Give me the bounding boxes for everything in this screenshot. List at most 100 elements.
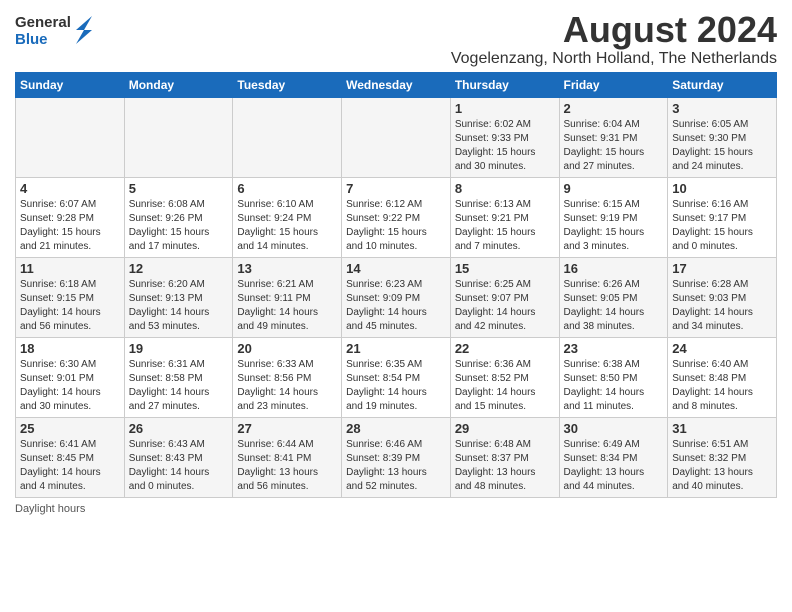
cell-info: Sunrise: 6:23 AMSunset: 9:09 PMDaylight:… <box>346 279 427 332</box>
cell-info: Sunrise: 6:20 AMSunset: 9:13 PMDaylight:… <box>129 279 210 332</box>
cell-info: Sunrise: 6:48 AMSunset: 8:37 PMDaylight:… <box>455 439 536 492</box>
calendar-cell: 25 Sunrise: 6:41 AMSunset: 8:45 PMDayligh… <box>16 417 125 497</box>
cell-info: Sunrise: 6:15 AMSunset: 9:19 PMDaylight:… <box>564 199 645 252</box>
calendar-cell: 18 Sunrise: 6:30 AMSunset: 9:01 PMDayligh… <box>16 337 125 417</box>
cell-info: Sunrise: 6:41 AMSunset: 8:45 PMDaylight:… <box>20 439 101 492</box>
day-number: 21 <box>346 341 446 356</box>
calendar-cell: 28 Sunrise: 6:46 AMSunset: 8:39 PMDayligh… <box>342 417 451 497</box>
calendar-cell: 16 Sunrise: 6:26 AMSunset: 9:05 PMDayligh… <box>559 257 668 337</box>
title-area: August 2024 Vogelenzang, North Holland, … <box>451 10 777 68</box>
location-title: Vogelenzang, North Holland, The Netherla… <box>451 50 777 68</box>
col-tuesday: Tuesday <box>233 72 342 97</box>
calendar-cell: 26 Sunrise: 6:43 AMSunset: 8:43 PMDayligh… <box>124 417 233 497</box>
day-number: 25 <box>20 421 120 436</box>
cell-info: Sunrise: 6:21 AMSunset: 9:11 PMDaylight:… <box>237 279 318 332</box>
cell-info: Sunrise: 6:08 AMSunset: 9:26 PMDaylight:… <box>129 199 210 252</box>
day-number: 15 <box>455 261 555 276</box>
day-number: 9 <box>564 181 664 196</box>
calendar-week-4: 18 Sunrise: 6:30 AMSunset: 9:01 PMDayligh… <box>16 337 777 417</box>
cell-info: Sunrise: 6:43 AMSunset: 8:43 PMDaylight:… <box>129 439 210 492</box>
calendar-cell: 10 Sunrise: 6:16 AMSunset: 9:17 PMDayligh… <box>668 177 777 257</box>
cell-info: Sunrise: 6:26 AMSunset: 9:05 PMDaylight:… <box>564 279 645 332</box>
calendar-cell: 13Sunrise: 6:21 AMSunset: 9:11 PMDayligh… <box>233 257 342 337</box>
calendar-cell: 15 Sunrise: 6:25 AMSunset: 9:07 PMDayligh… <box>450 257 559 337</box>
day-number: 7 <box>346 181 446 196</box>
calendar-cell <box>233 97 342 177</box>
cell-info: Sunrise: 6:07 AMSunset: 9:28 PMDaylight:… <box>20 199 101 252</box>
header-row: Sunday Monday Tuesday Wednesday Thursday… <box>16 72 777 97</box>
calendar-cell: 12 Sunrise: 6:20 AMSunset: 9:13 PMDayligh… <box>124 257 233 337</box>
logo-blue: Blue <box>15 32 71 49</box>
col-monday: Monday <box>124 72 233 97</box>
calendar-cell <box>16 97 125 177</box>
col-thursday: Thursday <box>450 72 559 97</box>
calendar-cell: 11 Sunrise: 6:18 AMSunset: 9:15 PMDayligh… <box>16 257 125 337</box>
day-number: 8 <box>455 181 555 196</box>
day-number: 18 <box>20 341 120 356</box>
day-number: 11 <box>20 261 120 276</box>
calendar-week-3: 11 Sunrise: 6:18 AMSunset: 9:15 PMDayligh… <box>16 257 777 337</box>
calendar-cell: 5Sunrise: 6:08 AMSunset: 9:26 PMDaylight… <box>124 177 233 257</box>
header: General Blue August 2024 Vogelenzang, No… <box>15 10 777 68</box>
day-number: 30 <box>564 421 664 436</box>
calendar-cell: 14 Sunrise: 6:23 AMSunset: 9:09 PMDayligh… <box>342 257 451 337</box>
day-number: 19 <box>129 341 229 356</box>
day-number: 22 <box>455 341 555 356</box>
col-sunday: Sunday <box>16 72 125 97</box>
cell-info: Sunrise: 6:05 AMSunset: 9:30 PMDaylight:… <box>672 119 753 172</box>
day-number: 3 <box>672 101 772 116</box>
cell-info: Sunrise: 6:46 AMSunset: 8:39 PMDaylight:… <box>346 439 427 492</box>
calendar-cell: 1 Sunrise: 6:02 AMSunset: 9:33 PMDaylight… <box>450 97 559 177</box>
cell-info: Sunrise: 6:28 AMSunset: 9:03 PMDaylight:… <box>672 279 753 332</box>
day-number: 27 <box>237 421 337 436</box>
col-saturday: Saturday <box>668 72 777 97</box>
calendar-cell <box>342 97 451 177</box>
cell-info: Sunrise: 6:18 AMSunset: 9:15 PMDaylight:… <box>20 279 101 332</box>
calendar-cell: 7 Sunrise: 6:12 AMSunset: 9:22 PMDaylight… <box>342 177 451 257</box>
day-number: 20 <box>237 341 337 356</box>
col-wednesday: Wednesday <box>342 72 451 97</box>
calendar-cell: 2Sunrise: 6:04 AMSunset: 9:31 PMDaylight… <box>559 97 668 177</box>
cell-info: Sunrise: 6:35 AMSunset: 8:54 PMDaylight:… <box>346 359 427 412</box>
cell-info: Sunrise: 6:13 AMSunset: 9:21 PMDaylight:… <box>455 199 536 252</box>
day-number: 2 <box>564 101 664 116</box>
day-number: 23 <box>564 341 664 356</box>
day-number: 6 <box>237 181 337 196</box>
calendar-cell: 23 Sunrise: 6:38 AMSunset: 8:50 PMDayligh… <box>559 337 668 417</box>
calendar-week-1: 1 Sunrise: 6:02 AMSunset: 9:33 PMDaylight… <box>16 97 777 177</box>
day-number: 12 <box>129 261 229 276</box>
cell-info: Sunrise: 6:44 AMSunset: 8:41 PMDaylight:… <box>237 439 318 492</box>
cell-info: Sunrise: 6:10 AMSunset: 9:24 PMDaylight:… <box>237 199 318 252</box>
cell-info: Sunrise: 6:38 AMSunset: 8:50 PMDaylight:… <box>564 359 645 412</box>
calendar-cell: 20Sunrise: 6:33 AMSunset: 8:56 PMDayligh… <box>233 337 342 417</box>
cell-info: Sunrise: 6:49 AMSunset: 8:34 PMDaylight:… <box>564 439 645 492</box>
cell-info: Sunrise: 6:02 AMSunset: 9:33 PMDaylight:… <box>455 119 536 172</box>
day-number: 31 <box>672 421 772 436</box>
cell-info: Sunrise: 6:31 AMSunset: 8:58 PMDaylight:… <box>129 359 210 412</box>
cell-info: Sunrise: 6:30 AMSunset: 9:01 PMDaylight:… <box>20 359 101 412</box>
calendar-cell: 9 Sunrise: 6:15 AMSunset: 9:19 PMDaylight… <box>559 177 668 257</box>
day-number: 24 <box>672 341 772 356</box>
calendar-week-5: 25 Sunrise: 6:41 AMSunset: 8:45 PMDayligh… <box>16 417 777 497</box>
day-number: 14 <box>346 261 446 276</box>
cell-info: Sunrise: 6:36 AMSunset: 8:52 PMDaylight:… <box>455 359 536 412</box>
calendar-cell: 24Sunrise: 6:40 AMSunset: 8:48 PMDayligh… <box>668 337 777 417</box>
day-number: 28 <box>346 421 446 436</box>
calendar-cell: 17 Sunrise: 6:28 AMSunset: 9:03 PMDayligh… <box>668 257 777 337</box>
calendar-cell: 22 Sunrise: 6:36 AMSunset: 8:52 PMDayligh… <box>450 337 559 417</box>
calendar-cell: 31Sunrise: 6:51 AMSunset: 8:32 PMDayligh… <box>668 417 777 497</box>
calendar-cell: 19 Sunrise: 6:31 AMSunset: 8:58 PMDayligh… <box>124 337 233 417</box>
calendar-cell: 21 Sunrise: 6:35 AMSunset: 8:54 PMDayligh… <box>342 337 451 417</box>
day-number: 10 <box>672 181 772 196</box>
day-number: 1 <box>455 101 555 116</box>
cell-info: Sunrise: 6:16 AMSunset: 9:17 PMDaylight:… <box>672 199 753 252</box>
day-number: 16 <box>564 261 664 276</box>
logo: General Blue <box>15 15 94 48</box>
calendar-cell: 6 Sunrise: 6:10 AMSunset: 9:24 PMDaylight… <box>233 177 342 257</box>
day-number: 17 <box>672 261 772 276</box>
cell-info: Sunrise: 6:25 AMSunset: 9:07 PMDaylight:… <box>455 279 536 332</box>
day-number: 26 <box>129 421 229 436</box>
cell-info: Sunrise: 6:12 AMSunset: 9:22 PMDaylight:… <box>346 199 427 252</box>
calendar-cell: 29Sunrise: 6:48 AMSunset: 8:37 PMDayligh… <box>450 417 559 497</box>
calendar-week-2: 4Sunrise: 6:07 AMSunset: 9:28 PMDaylight… <box>16 177 777 257</box>
